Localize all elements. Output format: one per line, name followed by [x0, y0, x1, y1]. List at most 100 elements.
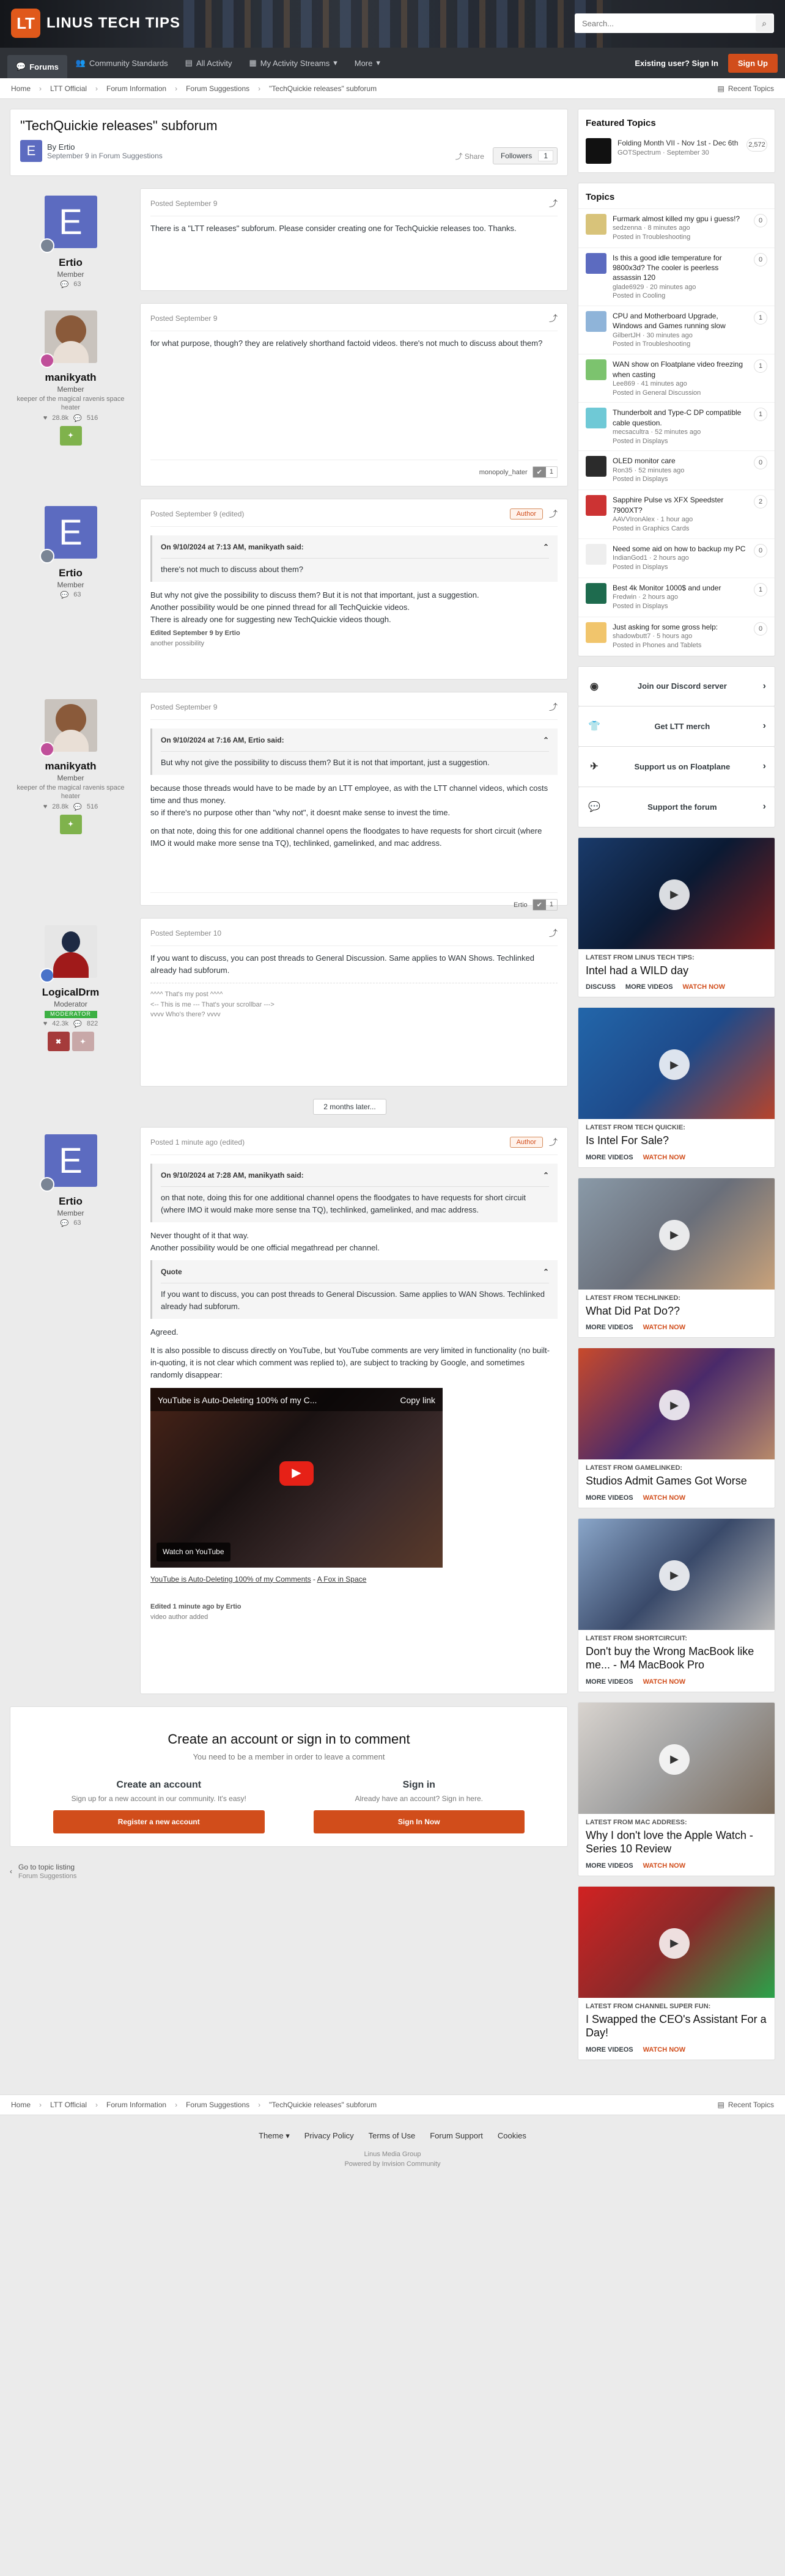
video-action-link[interactable]: MORE VIDEOS: [586, 1678, 633, 1686]
video-action-link[interactable]: WATCH NOW: [643, 1862, 685, 1870]
video-title[interactable]: What Did Pat Do??: [578, 1302, 775, 1318]
discord-link[interactable]: ◉ Join our Discord server ›: [578, 666, 775, 706]
video-title[interactable]: YouTube is Auto-Deleting 100% of my C...: [158, 1394, 317, 1405]
reaction-button[interactable]: ✔ 1: [532, 899, 558, 911]
recent-topics-link[interactable]: ▤ Recent Topics: [718, 84, 775, 93]
share-icon[interactable]: ⤴: [549, 701, 558, 713]
video-title[interactable]: Don't buy the Wrong MacBook like me... -…: [578, 1642, 775, 1672]
watch-on-youtube-button[interactable]: Watch on YouTube: [157, 1543, 230, 1561]
youtube-embed[interactable]: YouTube is Auto-Deleting 100% of my C...…: [150, 1387, 443, 1568]
nav-activity-streams[interactable]: ▦ My Activity Streams ▾: [240, 48, 345, 78]
video-action-link[interactable]: MORE VIDEOS: [625, 983, 673, 991]
play-icon[interactable]: ▶: [659, 1560, 690, 1591]
avatar[interactable]: E: [39, 1134, 97, 1192]
topic-title[interactable]: Need some aid on how to backup my PC: [613, 544, 748, 554]
avatar[interactable]: [586, 622, 606, 643]
video-thumbnail[interactable]: ▶: [578, 1348, 775, 1459]
site-logo[interactable]: LT LINUS TECH TIPS: [11, 9, 180, 38]
video-action-link[interactable]: WATCH NOW: [643, 2046, 685, 2053]
achievement-badge-icon[interactable]: ✦: [59, 425, 82, 446]
avatar[interactable]: [586, 495, 606, 516]
topic-forum[interactable]: Posted in Displays: [613, 602, 748, 611]
signup-button[interactable]: Sign Up: [728, 53, 778, 73]
post-date[interactable]: Posted September 9: [150, 199, 217, 208]
crumb-home[interactable]: Home: [11, 84, 31, 93]
topic-title[interactable]: Furmark almost killed my gpu i guess!?: [613, 214, 748, 224]
signin-link[interactable]: Existing user? Sign In: [635, 59, 718, 68]
author-name[interactable]: manikyath: [10, 760, 131, 772]
topic-forum[interactable]: Posted in Graphics Cards: [613, 524, 748, 534]
avatar[interactable]: [586, 214, 606, 235]
avatar[interactable]: [39, 925, 97, 983]
topic-item[interactable]: Need some aid on how to backup my PC Indi…: [578, 538, 775, 578]
quote-citation[interactable]: On 9/10/2024 at 7:16 AM, Ertio said:: [161, 735, 284, 746]
topic-forum[interactable]: Posted in Troubleshooting: [613, 233, 748, 242]
video-title[interactable]: Intel had a WILD day: [578, 961, 775, 978]
nav-more[interactable]: More ▾: [346, 48, 389, 78]
avatar[interactable]: [586, 543, 606, 565]
topic-forum[interactable]: Posted in Cooling: [613, 292, 748, 301]
post-date[interactable]: Posted September 9: [150, 314, 217, 323]
crumb-home[interactable]: Home: [11, 2101, 31, 2109]
quote-citation[interactable]: On 9/10/2024 at 7:28 AM, manikyath said:: [161, 1170, 304, 1181]
reaction-user[interactable]: monopoly_hater: [479, 469, 528, 476]
crumb-forum-information[interactable]: Forum Information: [106, 2101, 166, 2109]
merch-link[interactable]: 👕 Get LTT merch ›: [578, 706, 775, 747]
author-name[interactable]: Ertio: [10, 257, 131, 269]
featured-title[interactable]: Folding Month VII - Nov 1st - Dec 6th: [617, 138, 740, 149]
expand-icon[interactable]: ⌃: [543, 1266, 549, 1278]
topic-forum[interactable]: Posted in Troubleshooting: [613, 340, 748, 349]
footer-terms[interactable]: Terms of Use: [369, 2131, 416, 2141]
share-icon[interactable]: ⤴: [549, 197, 558, 210]
video-title[interactable]: I Swapped the CEO's Assistant For a Day!: [578, 2010, 775, 2040]
topic-title[interactable]: Is this a good idle temperature for 9800…: [613, 253, 748, 283]
topic-forum[interactable]: Posted in Phones and Tablets: [613, 641, 748, 650]
video-action-link[interactable]: WATCH NOW: [643, 1678, 685, 1686]
video-action-link[interactable]: WATCH NOW: [643, 1494, 685, 1502]
achievement-badge-icon[interactable]: ✦: [72, 1032, 94, 1051]
video-thumbnail[interactable]: ▶: [578, 1518, 775, 1630]
crumb-forum-suggestions[interactable]: Forum Suggestions: [186, 84, 249, 93]
search-input[interactable]: [575, 13, 756, 33]
video-action-link[interactable]: WATCH NOW: [643, 1154, 685, 1161]
video-link[interactable]: YouTube is Auto-Deleting 100% of my Comm…: [150, 1575, 311, 1583]
video-title[interactable]: Studios Admit Games Got Worse: [578, 1472, 775, 1488]
topic-title[interactable]: Sapphire Pulse vs XFX Speedster 7900XT?: [613, 495, 748, 515]
video-action-link[interactable]: DISCUSS: [586, 983, 616, 991]
topic-item[interactable]: Best 4k Monitor 1000$ and under Fredwin ·…: [578, 577, 775, 617]
video-action-link[interactable]: MORE VIDEOS: [586, 1494, 633, 1502]
avatar[interactable]: [586, 359, 606, 381]
topic-item[interactable]: Thunderbolt and Type-C DP compatible cab…: [578, 402, 775, 450]
crumb-ltt-official[interactable]: LTT Official: [50, 2101, 87, 2109]
crumb-ltt-official[interactable]: LTT Official: [50, 84, 87, 93]
expand-icon[interactable]: ⌃: [543, 1170, 549, 1181]
topic-item[interactable]: Furmark almost killed my gpu i guess!? se…: [578, 208, 775, 248]
play-icon[interactable]: ▶: [659, 1390, 690, 1420]
recent-topics-link[interactable]: ▤ Recent Topics: [718, 2101, 775, 2109]
crumb-forum-information[interactable]: Forum Information: [106, 84, 166, 93]
topic-forum[interactable]: Posted in Displays: [613, 563, 748, 572]
play-icon[interactable]: ▶: [659, 879, 690, 910]
video-thumbnail[interactable]: ▶: [578, 1008, 775, 1119]
footer-cookies[interactable]: Cookies: [498, 2131, 526, 2141]
avatar[interactable]: [39, 310, 97, 368]
nav-community-standards[interactable]: 👥 Community Standards: [67, 48, 177, 78]
play-icon[interactable]: ▶: [279, 1461, 314, 1486]
avatar[interactable]: [586, 253, 606, 274]
video-title[interactable]: Why I don't love the Apple Watch - Serie…: [578, 1826, 775, 1856]
topic-title[interactable]: Best 4k Monitor 1000$ and under: [613, 583, 748, 593]
share-icon[interactable]: ⤴: [549, 927, 558, 939]
topic-item[interactable]: Is this a good idle temperature for 9800…: [578, 248, 775, 306]
play-icon[interactable]: ▶: [659, 1744, 690, 1775]
video-action-link[interactable]: WATCH NOW: [683, 983, 725, 991]
author-name[interactable]: LogicalDrm: [10, 986, 131, 999]
quote-citation[interactable]: On 9/10/2024 at 7:13 AM, manikyath said:: [161, 541, 304, 553]
author-name[interactable]: Ertio: [10, 1195, 131, 1208]
expand-icon[interactable]: ⌃: [543, 735, 549, 746]
go-to-topic-listing[interactable]: ‹ Go to topic listing Forum Suggestions: [10, 1863, 568, 1880]
avatar[interactable]: [39, 699, 97, 757]
play-icon[interactable]: ▶: [659, 1219, 690, 1250]
author-name[interactable]: Ertio: [10, 567, 131, 579]
featured-item[interactable]: Folding Month VII - Nov 1st - Dec 6th GOT…: [578, 134, 775, 172]
topic-title[interactable]: CPU and Motherboard Upgrade, Windows and…: [613, 311, 748, 331]
